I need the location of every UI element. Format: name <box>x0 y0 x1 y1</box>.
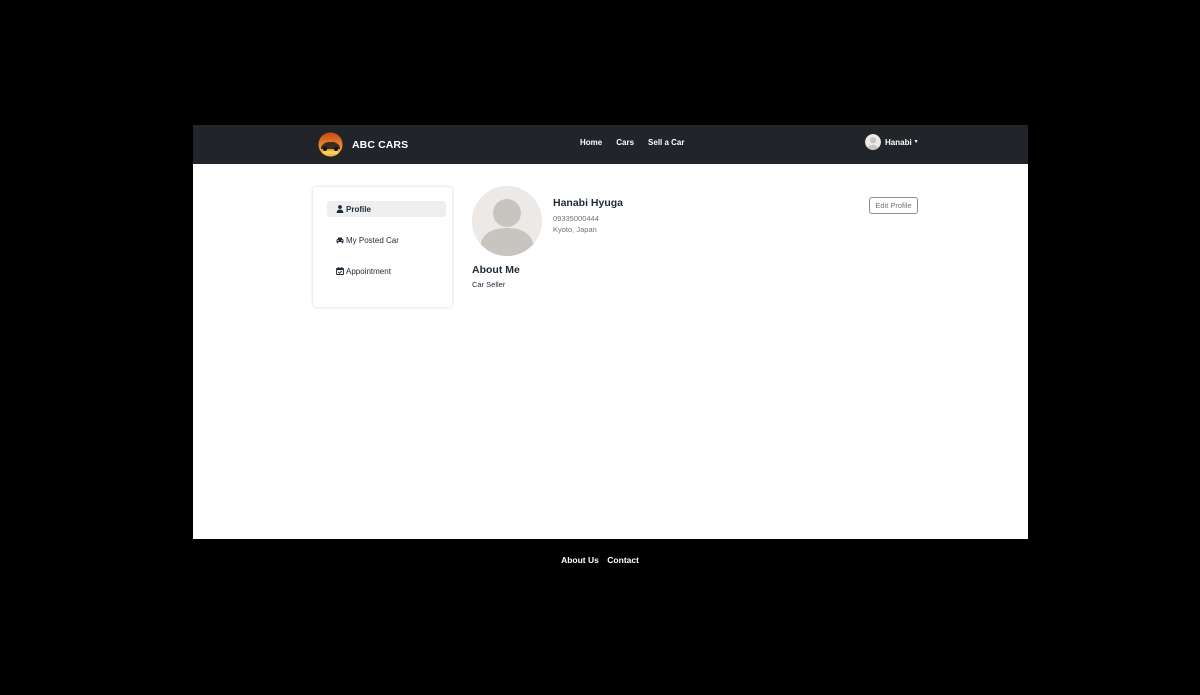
user-menu-dropdown[interactable]: Hanabi ▼ <box>865 134 919 150</box>
car-icon <box>336 237 344 244</box>
user-avatar-icon <box>865 134 881 150</box>
footer: About Us Contact <box>0 550 1200 568</box>
sidebar-item-profile[interactable]: Profile <box>327 201 446 217</box>
profile-location: Kyoto, Japan <box>553 225 597 234</box>
sidebar-item-my-posted-car[interactable]: My Posted Car <box>327 232 446 248</box>
about-me-text: Car Seller <box>472 280 506 289</box>
user-icon <box>336 205 344 213</box>
sidebar-item-label: Profile <box>346 204 371 214</box>
sidebar-card: Profile My Posted Car Appointment <box>313 187 452 307</box>
sidebar-item-label: My Posted Car <box>346 235 399 245</box>
edit-profile-button[interactable]: Edit Profile <box>869 197 918 214</box>
nav-sell-car-link[interactable]: Sell a Car <box>648 138 684 147</box>
profile-name: Hanabi Hyuga <box>553 197 624 209</box>
app-window: ABC CARS Home Cars Sell a Car Hanabi ▼ P… <box>193 125 1028 539</box>
brand-link[interactable]: ABC CARS <box>317 131 408 158</box>
sidebar-item-label: Appointment <box>346 266 391 276</box>
footer-about-us-link[interactable]: About Us <box>561 555 599 565</box>
profile-avatar <box>472 186 542 256</box>
sidebar-item-appointment[interactable]: Appointment <box>327 263 446 279</box>
profile-phone: 09335000444 <box>553 214 599 223</box>
navbar: ABC CARS Home Cars Sell a Car Hanabi ▼ <box>193 125 1028 164</box>
footer-contact-link[interactable]: Contact <box>607 555 639 565</box>
nav-links: Home Cars Sell a Car <box>580 138 699 147</box>
profile-avatar-icon <box>472 186 542 256</box>
nav-cars-link[interactable]: Cars <box>616 138 634 147</box>
caret-down-icon: ▼ <box>913 139 919 145</box>
about-me-heading: About Me <box>472 264 520 276</box>
user-name: Hanabi <box>885 137 912 147</box>
brand-name: ABC CARS <box>352 138 409 151</box>
brand-logo-icon <box>317 131 344 158</box>
calendar-icon <box>336 267 344 275</box>
nav-home-link[interactable]: Home <box>580 138 602 147</box>
